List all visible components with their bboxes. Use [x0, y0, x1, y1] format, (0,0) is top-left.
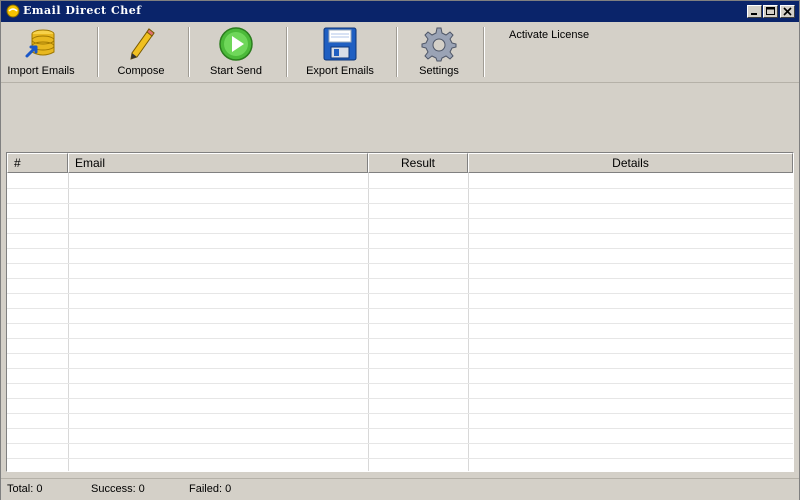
compose-button[interactable]: Compose — [105, 22, 177, 80]
grid-row-divider — [7, 188, 793, 189]
grid-row-divider — [7, 248, 793, 249]
column-header-number[interactable]: # — [7, 153, 68, 173]
grid-row-divider — [7, 218, 793, 219]
email-list-grid[interactable]: # Email Result Details — [6, 152, 794, 472]
floppy-disk-icon — [323, 27, 357, 61]
grid-row-divider — [7, 323, 793, 324]
grid-row-divider — [7, 428, 793, 429]
grid-row-divider — [7, 383, 793, 384]
grid-row-divider — [7, 203, 793, 204]
grid-row-divider — [7, 263, 793, 264]
minimize-button[interactable] — [747, 5, 762, 18]
window-title: Email Direct Chef — [23, 4, 142, 17]
toolbar-separator — [188, 27, 190, 77]
failed-count: Failed: 0 — [189, 483, 232, 495]
toolbar: Import Emails Compose Start Send Export … — [1, 22, 799, 83]
banner-area — [1, 83, 799, 149]
close-icon — [783, 7, 792, 16]
activate-license-link[interactable]: Activate License — [509, 29, 589, 41]
app-window: Email Direct Chef Import Emails Compose … — [0, 0, 800, 500]
minimize-icon — [751, 13, 757, 15]
settings-button[interactable]: Settings — [405, 22, 473, 80]
start-send-button[interactable]: Start Send — [197, 22, 275, 80]
grid-row-divider — [7, 293, 793, 294]
export-emails-label: Export Emails — [306, 65, 374, 77]
toolbar-separator — [286, 27, 288, 77]
grid-row-divider — [7, 398, 793, 399]
column-header-details[interactable]: Details — [468, 153, 793, 173]
toolbar-separator — [483, 27, 485, 77]
import-emails-label: Import Emails — [7, 65, 75, 77]
grid-body[interactable] — [7, 173, 793, 471]
column-header-email[interactable]: Email — [68, 153, 368, 173]
play-icon — [219, 27, 253, 61]
toolbar-separator — [396, 27, 398, 77]
maximize-button[interactable] — [763, 5, 778, 18]
success-count: Success: 0 — [91, 483, 145, 495]
grid-row-divider — [7, 338, 793, 339]
total-count: Total: 0 — [7, 483, 43, 495]
close-button[interactable] — [780, 5, 795, 18]
grid-row-divider — [7, 353, 793, 354]
gear-icon — [421, 27, 457, 62]
start-send-label: Start Send — [210, 65, 262, 77]
import-emails-button[interactable]: Import Emails — [3, 22, 79, 80]
grid-row-divider — [7, 278, 793, 279]
toolbar-separator — [97, 27, 99, 77]
grid-row-divider — [7, 368, 793, 369]
status-bar: Total: 0 Success: 0 Failed: 0 — [1, 478, 799, 500]
app-logo-icon — [6, 4, 20, 18]
grid-header: # Email Result Details — [7, 153, 793, 173]
maximize-icon — [766, 7, 775, 15]
grid-row-divider — [7, 413, 793, 414]
column-header-result[interactable]: Result — [368, 153, 468, 173]
grid-row-divider — [7, 458, 793, 459]
grid-row-divider — [7, 443, 793, 444]
grid-row-divider — [7, 233, 793, 234]
pencil-icon — [130, 28, 155, 60]
grid-row-divider — [7, 308, 793, 309]
settings-label: Settings — [419, 65, 459, 77]
export-emails-button[interactable]: Export Emails — [297, 22, 383, 80]
title-bar[interactable]: Email Direct Chef — [1, 1, 799, 22]
compose-label: Compose — [117, 65, 165, 77]
database-import-icon — [25, 29, 55, 58]
